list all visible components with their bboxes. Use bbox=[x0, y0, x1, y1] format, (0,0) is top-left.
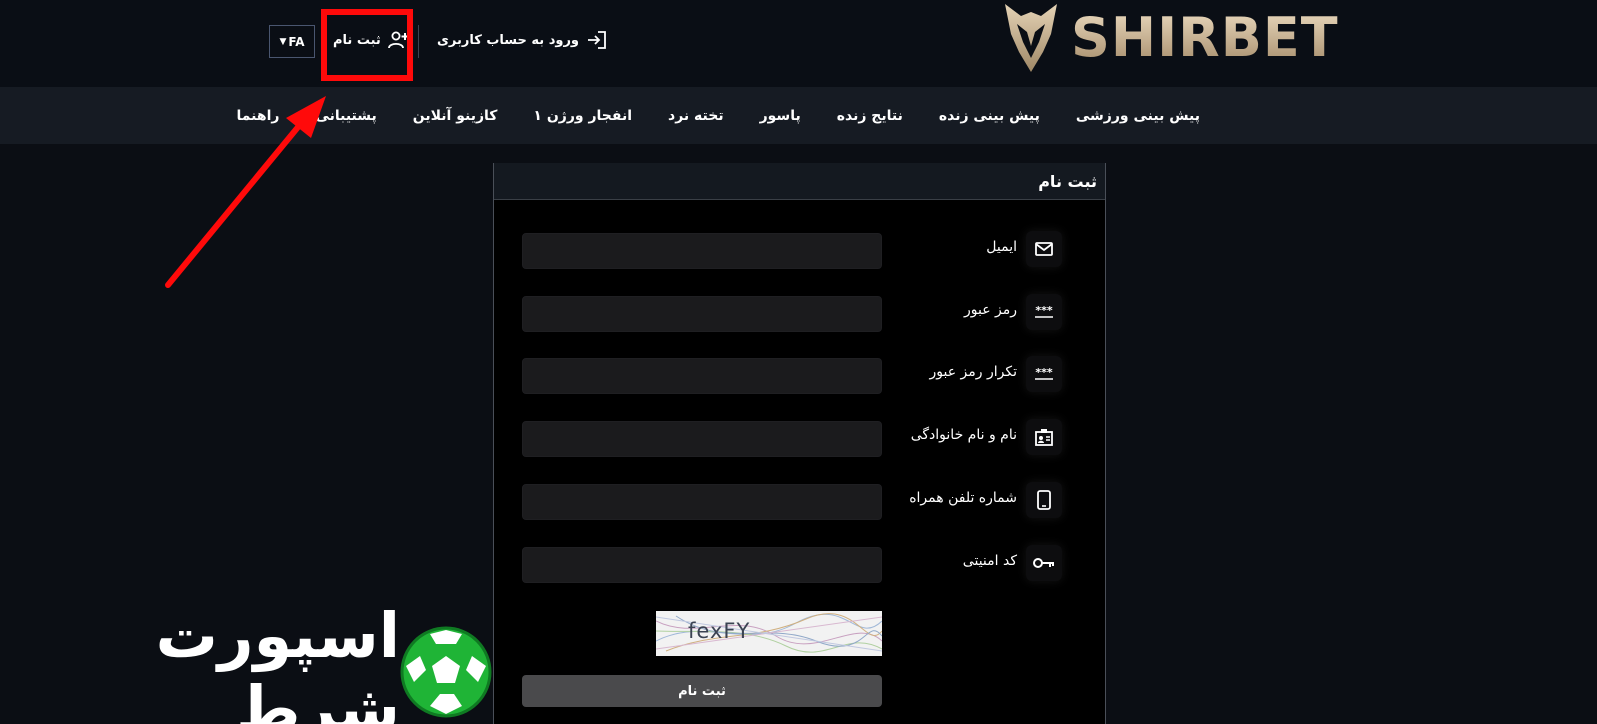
watermark-text: اسپورت شرط bbox=[155, 599, 402, 724]
language-selector[interactable]: ▼ FA bbox=[269, 25, 315, 58]
mobile-icon bbox=[1026, 482, 1062, 518]
svg-text:***: *** bbox=[1035, 305, 1053, 317]
password-confirm-label: تکرار رمز عبور bbox=[929, 364, 1017, 380]
mobile-row: شماره تلفن همراه bbox=[494, 480, 1107, 520]
password-icon: *** bbox=[1026, 294, 1062, 330]
fullname-label: نام و نام خانوادگی bbox=[910, 427, 1017, 443]
security-code-field[interactable] bbox=[522, 547, 882, 583]
password-confirm-field[interactable] bbox=[522, 358, 882, 394]
nav-item-crash[interactable]: انفجار ورژن ۱ bbox=[515, 108, 650, 124]
password-field[interactable] bbox=[522, 296, 882, 332]
watermark-logo: اسپورت شرط bbox=[0, 599, 500, 724]
email-row: ایمیل bbox=[494, 229, 1107, 269]
nav-item-live-results[interactable]: نتایج زنده bbox=[819, 108, 921, 124]
main-nav: پیش بینی ورزشی پیش بینی زنده نتایج زنده … bbox=[219, 87, 1218, 144]
panel-title: ثبت نام bbox=[494, 163, 1105, 200]
password-row: رمز عبور *** bbox=[494, 292, 1107, 332]
fullname-field[interactable] bbox=[522, 421, 882, 457]
nav-item-support[interactable]: پشتیبانی bbox=[297, 108, 394, 124]
email-label: ایمیل bbox=[986, 239, 1017, 255]
registration-panel: ثبت نام ایمیل رمز عبور *** تکرار رمز عبو… bbox=[493, 163, 1106, 724]
login-button[interactable]: ورود به حساب کاربری bbox=[437, 24, 607, 56]
password-label: رمز عبور bbox=[963, 302, 1017, 318]
caret-down-icon: ▼ bbox=[279, 36, 287, 47]
nav-item-live-betting[interactable]: پیش بینی زنده bbox=[921, 108, 1058, 124]
brand-name: SHIRBET bbox=[1071, 5, 1339, 69]
password-confirm-row: تکرار رمز عبور *** bbox=[494, 354, 1107, 394]
mobile-label: شماره تلفن همراه bbox=[909, 490, 1017, 506]
security-code-row: کد امنیتی bbox=[494, 543, 1107, 583]
mobile-field[interactable] bbox=[522, 484, 882, 520]
nav-item-sports-betting[interactable]: پیش بینی ورزشی bbox=[1058, 108, 1218, 124]
login-icon bbox=[588, 31, 606, 49]
key-icon bbox=[1026, 545, 1062, 581]
id-card-icon bbox=[1026, 419, 1062, 455]
nav-item-help[interactable]: راهنما bbox=[219, 108, 298, 124]
nav-item-online-casino[interactable]: کازینو آنلاین bbox=[395, 108, 516, 124]
lion-logo-icon bbox=[1005, 3, 1057, 72]
svg-text:***: *** bbox=[1035, 367, 1053, 379]
security-code-label: کد امنیتی bbox=[962, 553, 1017, 569]
fullname-row: نام و نام خانوادگی bbox=[494, 417, 1107, 457]
email-field[interactable] bbox=[522, 233, 882, 269]
nav-item-backgammon[interactable]: تخته نرد bbox=[650, 108, 742, 124]
login-label: ورود به حساب کاربری bbox=[437, 32, 580, 48]
highlight-box bbox=[321, 9, 413, 81]
password-icon: *** bbox=[1026, 356, 1062, 392]
language-label: FA bbox=[288, 34, 305, 49]
submit-signup-button[interactable]: ثبت نام bbox=[522, 675, 882, 707]
captcha-image[interactable]: fexFY bbox=[656, 611, 882, 656]
mail-icon bbox=[1026, 231, 1062, 267]
top-header bbox=[0, 0, 1597, 87]
brand-logo[interactable]: SHIRBET bbox=[1003, 0, 1339, 75]
captcha-text: fexFY bbox=[688, 619, 751, 643]
soccer-ball-icon bbox=[400, 626, 492, 718]
header-divider bbox=[418, 25, 419, 58]
nav-item-pasur[interactable]: پاسور bbox=[742, 108, 819, 124]
